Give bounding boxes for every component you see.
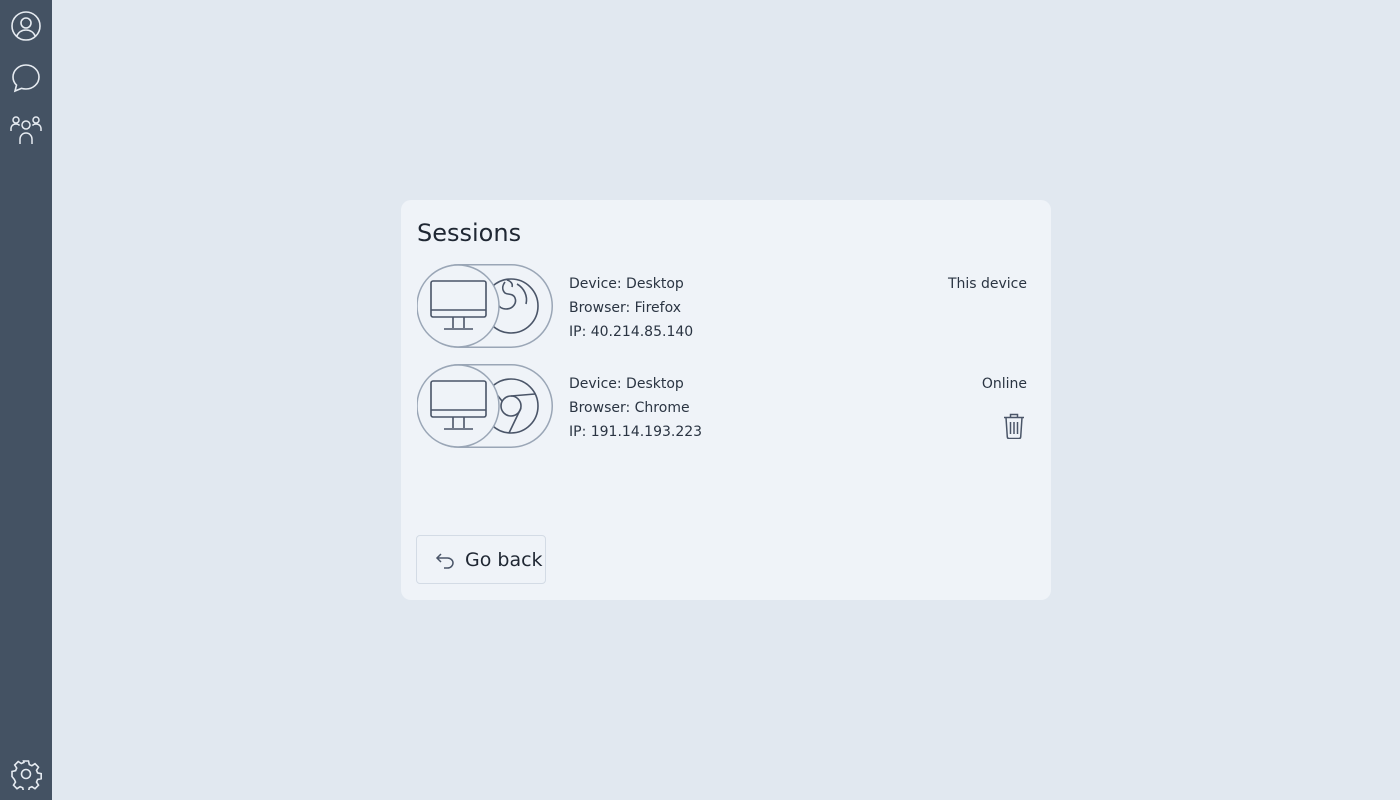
return-arrow-icon [435,553,454,569]
people-group-icon [10,116,42,144]
session-browser: Browser: Chrome [569,400,690,416]
sidebar-item-profile[interactable] [8,8,44,44]
gear-icon [11,760,42,790]
user-profile-icon [11,11,41,41]
sidebar-item-people[interactable] [8,112,44,148]
session-icons [417,264,553,348]
sessions-card: Sessions Device: Desktop Browser: Firefo… [401,200,1051,600]
session-icons [417,364,553,448]
sidebar-item-chat[interactable] [8,60,44,96]
settings-button[interactable] [8,756,44,792]
session-item: Device: Desktop Browser: Firefox IP: 40.… [417,264,1035,348]
session-item: Device: Desktop Browser: Chrome IP: 191.… [417,364,1035,448]
session-info: Device: Desktop Browser: Chrome IP: 191.… [569,372,702,444]
go-back-label: Go back [465,549,543,571]
session-ip: IP: 40.214.85.140 [569,324,694,340]
session-browser: Browser: Firefox [569,300,681,316]
sidebar [0,0,52,800]
session-status: Online [981,376,1027,392]
session-ip: IP: 191.14.193.223 [569,424,703,440]
chat-bubble-icon [12,64,40,93]
session-device: Device: Desktop [569,376,684,392]
session-info: Device: Desktop Browser: Firefox IP: 40.… [569,272,693,344]
go-back-button[interactable]: Go back [416,535,546,584]
delete-session-button[interactable] [1001,412,1027,440]
trash-icon [1004,413,1024,439]
session-device: Device: Desktop [569,276,684,292]
session-status: This device [947,276,1027,292]
page-title: Sessions [417,219,522,247]
